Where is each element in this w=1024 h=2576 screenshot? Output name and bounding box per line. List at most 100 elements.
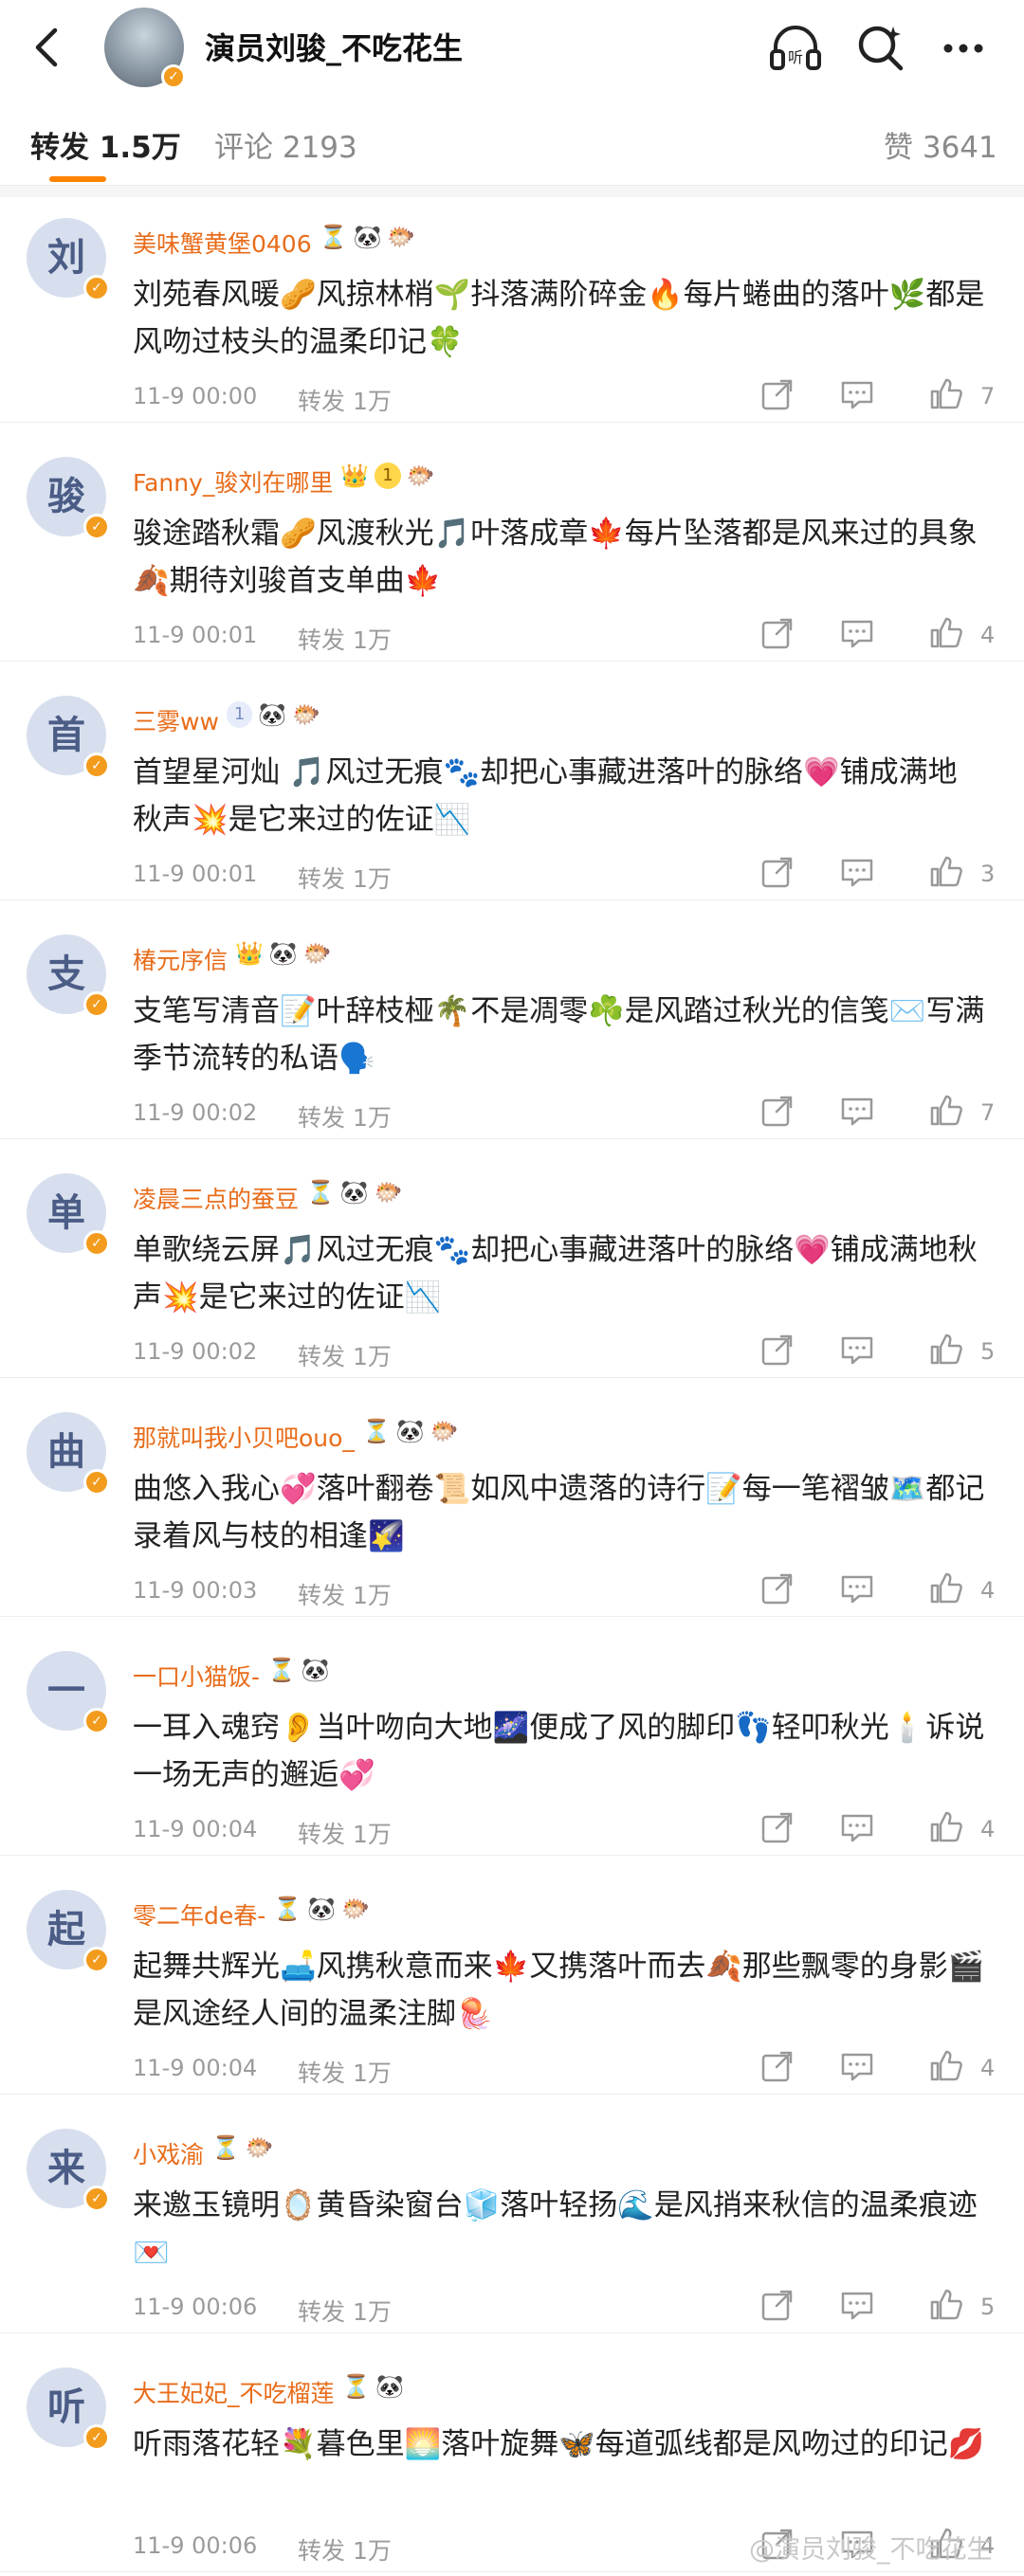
timestamp: 11-9 00:04 (133, 1816, 258, 1842)
username[interactable]: 大王妃妃_不吃榴莲 (133, 2375, 335, 2409)
section-divider (0, 186, 1024, 197)
avatar-initial: 一 (47, 1669, 85, 1713)
avatar[interactable]: 起 ✓ (27, 1890, 110, 1973)
list-item[interactable]: 来 ✓ 小戏渝 ⏳ 🐡 来邀玉镜明🪞黄昏染窗台🧊落叶轻扬🌊是风捎来秋信的温柔痕迹💌 11-9… (0, 2108, 1024, 2333)
user-badge-icon: 🐡 (430, 1418, 459, 1444)
timestamp: 11-9 00:02 (133, 1099, 258, 1126)
avatar[interactable]: 一 ✓ (27, 1651, 110, 1734)
tab-forwards[interactable]: 转发 1.5万 (30, 123, 181, 166)
comment-icon[interactable] (838, 2047, 876, 2085)
avatar[interactable]: 刘 ✓ (27, 218, 110, 301)
timestamp: 11-9 00:01 (133, 861, 258, 887)
avatar[interactable]: 首 ✓ (27, 696, 110, 779)
user-badges: ⏳ 🐼 🐡 (273, 1896, 370, 1922)
username[interactable]: 零二年de春- (133, 1897, 265, 1932)
username[interactable]: 三雾ww (133, 703, 219, 737)
avatar[interactable]: 听 ✓ (27, 2367, 110, 2451)
username[interactable]: 凌晨三点的蚕豆 (133, 1181, 299, 1215)
more-dots-icon[interactable] (934, 19, 993, 78)
avatar[interactable]: 单 ✓ (27, 1173, 110, 1257)
thumbs-up-icon[interactable] (927, 614, 965, 652)
search-icon[interactable] (851, 19, 910, 78)
user-badge-icon: 👑 (340, 463, 370, 489)
user-badge-icon: 🐼 (339, 1179, 369, 1206)
comment-text: 一耳入魂窍👂当叶吻向大地🌌便成了风的脚印👣轻叩秋光🕯️诉说一场无声的邂逅💞 (133, 1711, 985, 1792)
forward-count: 转发 1万 (298, 1821, 392, 1848)
thumbs-up-icon[interactable] (927, 1808, 965, 1846)
comment-icon[interactable] (838, 1331, 876, 1369)
username[interactable]: 美味蟹黄堡0406 (133, 226, 312, 260)
user-badge-icon: ⏳ (273, 1896, 302, 1922)
comment-text: 单歌绕云屏🎵风过无痕🐾却把心事藏进落叶的脉络💗铺成满地秋声💥是它来过的佐证📉 (133, 1233, 978, 1315)
thumbs-up-icon[interactable] (927, 1092, 965, 1130)
thumbs-up-icon[interactable] (927, 2286, 965, 2324)
share-icon[interactable] (759, 1331, 796, 1369)
user-badge-icon: 🐼 (375, 2373, 405, 2400)
comment-icon[interactable] (838, 2286, 876, 2324)
verified-badge-icon: ✓ (83, 275, 110, 301)
share-icon[interactable] (759, 1808, 796, 1846)
username[interactable]: 小戏渝 (133, 2136, 204, 2170)
thumbs-up-icon[interactable] (927, 1331, 965, 1369)
user-badges: ⏳ 🐼 🐡 (320, 224, 416, 250)
forward-count: 转发 1万 (298, 1582, 392, 1609)
avatar[interactable]: 骏 ✓ (27, 457, 110, 540)
share-icon[interactable] (759, 2047, 796, 2085)
comment-icon[interactable] (838, 1569, 876, 1607)
avatar[interactable]: 曲 ✓ (27, 1412, 110, 1496)
thumbs-up-icon[interactable] (927, 853, 965, 891)
tab-likes[interactable]: 赞 3641 (884, 123, 997, 166)
comment-icon[interactable] (838, 1092, 876, 1130)
comment-icon[interactable] (838, 1808, 876, 1846)
list-item[interactable]: 骏 ✓ Fanny_骏刘在哪里 👑 1 🐡 骏途踏秋霜🥜风渡秋光🎵叶落成章🍁每片坠落都是风来… (0, 436, 1024, 662)
avatar[interactable]: 来 ✓ (27, 2129, 110, 2212)
list-item[interactable]: 曲 ✓ 那就叫我小贝吧ouo_ ⏳ 🐼 🐡 曲悠入我心💞落叶翻卷📜如风中遗落的诗行📝每一笔褶… (0, 1391, 1024, 1617)
thumbs-up-icon[interactable] (927, 1569, 965, 1607)
avatar-initial: 支 (47, 952, 85, 996)
like-count: 4 (980, 622, 996, 648)
share-icon[interactable] (759, 2286, 796, 2324)
share-icon[interactable] (759, 853, 796, 891)
avatar[interactable]: 支 ✓ (27, 934, 110, 1018)
list-item[interactable]: 一 ✓ 一口小猫饭- ⏳ 🐼 一耳入魂窍👂当叶吻向大地🌌便成了风的脚印👣轻叩秋光🕯️诉说一… (0, 1630, 1024, 1856)
share-icon[interactable] (759, 375, 796, 413)
list-item[interactable]: 起 ✓ 零二年de春- ⏳ 🐼 🐡 起舞共辉光🛋️风携秋意而来🍁又携落叶而去🍂那些飘零的身影… (0, 1869, 1024, 2095)
comment-icon[interactable] (838, 614, 876, 652)
comment-icon[interactable] (838, 853, 876, 891)
share-icon[interactable] (759, 1569, 796, 1607)
list-item[interactable]: 刘 ✓ 美味蟹黄堡0406 ⏳ 🐼 🐡 刘苑春风暖🥜风掠林梢🌱抖落满阶碎金🔥每片蜷曲的落叶🌿… (0, 197, 1024, 423)
list-item[interactable]: 支 ✓ 椿元序信 👑 🐼 🐡 支笔写清音📝叶辞枝桠🌴不是凋零☘️是风踏过秋光的信笺✉️写满季… (0, 914, 1024, 1139)
verified-badge-icon: ✓ (83, 2186, 110, 2212)
tab-comments[interactable]: 评论 2193 (214, 123, 357, 166)
avatar-initial: 起 (47, 1908, 85, 1951)
user-badges: 1 🐼 🐡 (226, 701, 320, 728)
chevron-left-icon[interactable] (21, 21, 74, 74)
comment-text: 来邀玉镜明🪞黄昏染窗台🧊落叶轻扬🌊是风捎来秋信的温柔痕迹💌 (133, 2188, 978, 2270)
thumbs-up-icon[interactable] (927, 2047, 965, 2085)
share-icon[interactable] (759, 1092, 796, 1130)
page-title[interactable]: 演员刘骏_不吃花生 (205, 25, 463, 68)
thumbs-up-icon[interactable] (927, 375, 965, 413)
list-item[interactable]: 单 ✓ 凌晨三点的蚕豆 ⏳ 🐼 🐡 单歌绕云屏🎵风过无痕🐾却把心事藏进落叶的脉络💗铺成满地秋… (0, 1152, 1024, 1378)
username[interactable]: 椿元序信 (133, 942, 228, 976)
user-badges: ⏳ 🐼 🐡 (362, 1418, 459, 1444)
forward-count: 转发 1万 (298, 2537, 392, 2565)
top-bar: ✓ 演员刘骏_不吃花生 听 (0, 0, 1024, 95)
username[interactable]: 一口小猫饭- (133, 1659, 260, 1693)
timestamp: 11-9 00:03 (133, 1577, 258, 1604)
list-item[interactable]: 首 ✓ 三雾ww 1 🐼 🐡 首望星河灿 🎵风过无痕🐾却把心事藏进落叶的脉络💗铺成满地秋声💥… (0, 675, 1024, 900)
like-count: 5 (980, 1338, 996, 1365)
share-icon[interactable] (759, 614, 796, 652)
like-count: 7 (980, 383, 996, 409)
avatar[interactable]: ✓ (104, 8, 186, 89)
username[interactable]: Fanny_骏刘在哪里 (133, 464, 333, 499)
avatar-initial: 听 (47, 2386, 85, 2429)
like-count: 3 (980, 861, 996, 887)
user-badges: 👑 1 🐡 (340, 463, 435, 489)
comment-icon[interactable] (838, 375, 876, 413)
timestamp: 11-9 00:06 (133, 2532, 258, 2559)
headphones-icon[interactable]: 听 (766, 19, 825, 78)
user-badges: ⏳ 🐼 🐡 (306, 1179, 403, 1206)
verified-badge-icon: ✓ (83, 1947, 110, 1973)
username[interactable]: 那就叫我小贝吧ouo_ (133, 1420, 355, 1454)
